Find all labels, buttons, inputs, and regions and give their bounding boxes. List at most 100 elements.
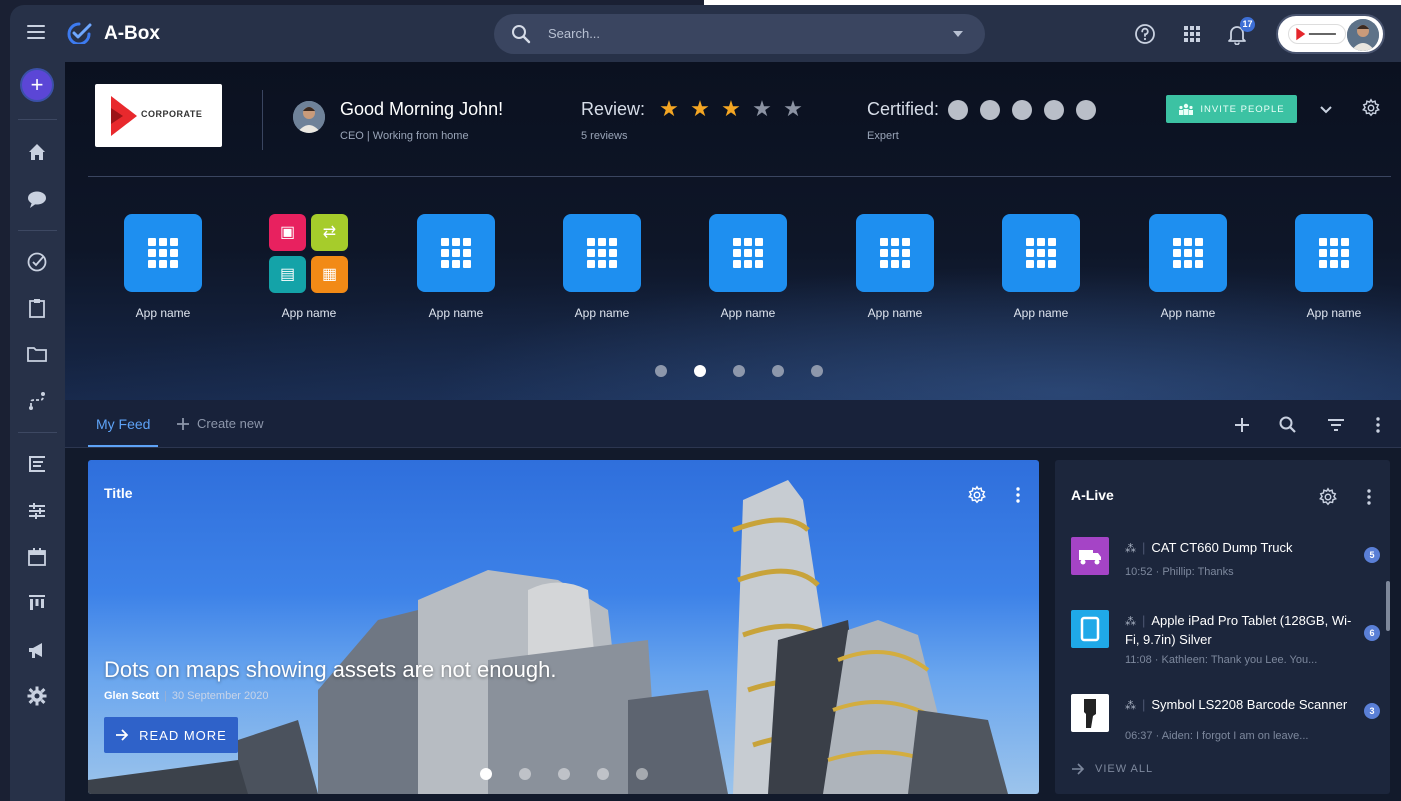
add-icon[interactable] [1232,415,1252,435]
card-pagination [480,768,648,780]
name-divider: | [1142,540,1146,555]
app-tile[interactable]: App name [981,214,1101,320]
alive-scrollbar[interactable] [1386,581,1390,631]
top-bar: A-Box Search... 17 [10,5,1401,62]
create-add-button[interactable]: + [22,70,52,100]
search-input[interactable]: Search... [548,26,600,41]
alive-more-icon[interactable] [1359,487,1379,507]
megaphone-icon[interactable] [26,639,48,661]
pagination-dot[interactable] [694,365,706,377]
app-launcher-row: App name ▣ ⇄ ▤ ▦ App name App name App name App … [65,214,1401,324]
app-tile[interactable]: App name [688,214,808,320]
app-tile[interactable]: App name [103,214,223,320]
calendar-icon[interactable] [26,546,48,568]
profile-avatar[interactable] [293,101,325,133]
app-tile[interactable]: ▣ ⇄ ▤ ▦ App name [249,214,369,320]
chevron-down-icon[interactable] [1317,100,1335,118]
app-window: A-Box Search... 17 + CORPORATE Good Morn… [10,5,1401,801]
alive-item-time: 06:37 [1125,730,1153,742]
tablet-thumbnail [1071,610,1109,648]
meta-separator: | [164,690,167,702]
alive-item[interactable]: ⁂ | Apple iPad Pro Tablet (128GB, Wi-Fi, 9… [1071,610,1380,670]
invite-people-button[interactable]: INVITE PEOPLE [1166,95,1297,123]
home-icon[interactable] [26,141,48,163]
scanner-thumbnail [1071,694,1109,732]
settings-gear-icon[interactable] [26,685,48,707]
abox-logo-icon [67,22,92,44]
user-avatar[interactable] [1347,19,1379,51]
people-icon [1179,103,1194,115]
grid-icon [856,214,934,292]
kanban-icon[interactable] [26,592,48,614]
list-tree-icon[interactable] [26,453,48,475]
plus-icon [177,417,189,430]
app-tile[interactable]: App name [396,214,516,320]
pagination-dot[interactable] [811,365,823,377]
pagination-dot[interactable] [597,768,609,780]
app-sub-icon: ▦ [311,256,348,293]
view-all-link[interactable]: VIEW ALL [1071,763,1153,775]
tab-my-feed[interactable]: My Feed [96,416,150,432]
read-more-label: READ MORE [139,727,227,743]
post-headline[interactable]: Dots on maps showing assets are not enou… [104,657,557,683]
apps-grid-icon[interactable] [1181,23,1203,45]
chat-icon[interactable] [26,188,48,210]
filter-icon[interactable] [1326,415,1346,435]
alive-item-name: ⁂ | CAT CT660 Dump Truck [1125,539,1355,558]
sidebar-divider [18,119,57,120]
alive-item[interactable]: ⁂ | CAT CT660 Dump Truck 10:52 · Phillip: … [1071,537,1380,597]
create-new-label: Create new [197,416,264,431]
pagination-dot[interactable] [655,365,667,377]
app-tile[interactable]: App name [542,214,662,320]
folder-icon[interactable] [26,343,48,365]
pagination-dot[interactable] [733,365,745,377]
read-more-button[interactable]: READ MORE [104,717,238,753]
search-icon[interactable] [1278,415,1298,435]
card-more-icon[interactable] [1008,485,1028,505]
alive-settings-icon[interactable] [1318,487,1338,507]
star-empty-icon: ★ [783,96,803,121]
pagination-dot[interactable] [636,768,648,780]
user-role-status: CEO | Working from home [340,130,469,142]
app-label: App name [428,306,484,320]
header-settings-icon[interactable] [1361,98,1381,118]
star-empty-icon: ★ [752,96,772,121]
alive-item-message: Kathleen: Thank you Lee. You... [1161,654,1318,666]
post-meta: Glen Scott | 30 September 2020 [104,690,269,702]
post-author[interactable]: Glen Scott [104,690,159,702]
feed-post-card[interactable]: Title Dots on maps showing assets are no… [88,460,1039,794]
account-switcher[interactable] [1276,14,1385,54]
search-icon [512,25,531,44]
pagination-dot[interactable] [480,768,492,780]
sliders-icon[interactable] [26,500,48,522]
header-separator [88,176,1391,177]
alive-item-name: ⁂ | Apple iPad Pro Tablet (128GB, Wi-Fi, 9… [1125,612,1355,648]
clipboard-icon[interactable] [26,297,48,319]
menu-icon[interactable] [27,25,45,39]
arrow-right-icon [116,729,129,741]
route-icon[interactable] [26,390,48,412]
app-label: App name [135,306,191,320]
alive-item[interactable]: ⁂ | Symbol LS2208 Barcode Scanner 06:37 · … [1071,694,1380,754]
grid-icon [1295,214,1373,292]
alive-item-title: Symbol LS2208 Barcode Scanner [1151,697,1348,712]
pagination-dot[interactable] [772,365,784,377]
pagination-dot[interactable] [519,768,531,780]
search-bar[interactable]: Search... [494,14,985,54]
help-icon[interactable] [1134,23,1156,45]
card-settings-icon[interactable] [967,485,987,505]
pagination-dot[interactable] [558,768,570,780]
review-count[interactable]: 5 reviews [581,130,627,142]
app-tile[interactable]: App name [835,214,955,320]
search-dropdown-icon[interactable] [953,31,963,37]
app-title: A-Box [104,23,160,44]
check-circle-icon[interactable] [26,251,48,273]
more-vertical-icon[interactable] [1368,415,1388,435]
app-tile[interactable]: App name [1274,214,1394,320]
tab-create-new[interactable]: Create new [176,416,263,431]
tablet-icon [1080,616,1100,642]
unread-count-badge: 3 [1364,703,1380,719]
grid-icon [1149,214,1227,292]
app-tile[interactable]: App name [1128,214,1248,320]
name-divider: | [1142,697,1146,712]
